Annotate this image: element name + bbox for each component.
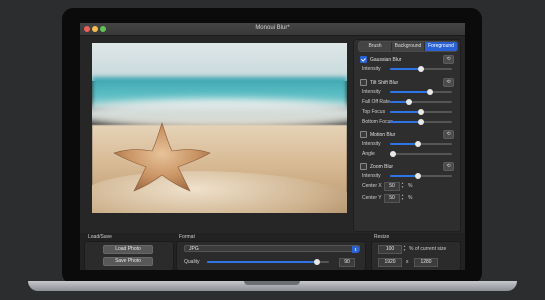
center-y-unit: % (408, 195, 413, 201)
slider-knob[interactable] (418, 109, 424, 115)
slider-knob[interactable] (390, 151, 397, 157)
tab-background[interactable]: Background (392, 42, 425, 51)
gaussian-intensity-slider[interactable] (390, 66, 452, 72)
reset-icon: ⟲ (446, 131, 451, 137)
zoom-intensity-slider[interactable] (390, 173, 452, 179)
center-x-field[interactable]: 50 (384, 182, 400, 191)
reset-icon: ⟲ (446, 79, 451, 85)
center-x-unit: % (408, 183, 413, 189)
load-save-label: Load/Save (88, 234, 112, 240)
center-y-field[interactable]: 50 (384, 194, 400, 203)
zoom-blur-checkbox[interactable] (360, 163, 367, 170)
title-bar: Monoui Blur* (80, 23, 465, 36)
bottom-focus-label: Bottom Focus (362, 119, 393, 125)
slider-knob[interactable] (414, 173, 421, 179)
format-label: Format (179, 234, 195, 240)
gaussian-blur-checkbox[interactable] (360, 56, 367, 63)
zoom-reset-button[interactable]: ⟲ (443, 162, 454, 171)
motion-blur-label: Motion Blur (370, 131, 396, 138)
resize-separator: x (406, 259, 409, 265)
starfish-image (113, 122, 211, 192)
center-x-stepper[interactable]: ▲ ▼ (401, 181, 404, 189)
reset-icon: ⟲ (446, 163, 451, 169)
slider-knob[interactable] (313, 259, 320, 265)
fall-off-rate-label: Fall Off Rate (362, 99, 390, 105)
resize-width-field[interactable]: 1920 (378, 258, 402, 267)
blur-settings-panel: Brush Background Foreground Gaussian Blu… (353, 39, 461, 232)
tilt-shift-blur-checkbox[interactable] (360, 79, 367, 86)
quality-field[interactable]: 90 (339, 258, 355, 267)
chevron-updown-icon: ⇕ (352, 246, 359, 253)
center-y-stepper[interactable]: ▲ ▼ (401, 193, 404, 201)
bottom-focus-slider[interactable] (390, 119, 452, 125)
resize-height-field[interactable]: 1280 (414, 258, 438, 267)
format-selected-value: JPG (189, 246, 199, 252)
bottom-controls: Load/Save Load Photo Save Photo Format J… (80, 233, 465, 270)
mode-tabs: Brush Background Foreground (358, 41, 458, 52)
app-window: Monoui Blur* Brush Background Foreground (80, 23, 465, 270)
format-group: JPG ⇕ Quality 90 (176, 241, 366, 270)
resize-percent-stepper[interactable]: ▲ ▼ (403, 244, 406, 252)
laptop-base (28, 281, 517, 291)
load-photo-button[interactable]: Load Photo (103, 245, 153, 254)
motion-blur-checkbox[interactable] (360, 131, 367, 138)
zoom-blur-label: Zoom Blur (370, 163, 394, 170)
laptop-notch (244, 281, 300, 285)
gaussian-intensity-label: Intensity (362, 66, 381, 72)
slider-knob[interactable] (405, 99, 412, 105)
photo-preview (92, 43, 347, 213)
tab-brush[interactable]: Brush (359, 42, 392, 51)
fall-off-rate-slider[interactable] (390, 99, 452, 105)
tilt-shift-blur-toggle[interactable]: Tilt Shift Blur (360, 79, 398, 86)
resize-percent-label: % of current size (409, 246, 447, 252)
slider-knob[interactable] (418, 119, 424, 125)
photo-sky (92, 43, 347, 81)
zoom-intensity-label: Intensity (362, 173, 381, 179)
slider-knob[interactable] (414, 141, 421, 147)
angle-slider[interactable] (390, 151, 452, 157)
resize-percent-field[interactable]: 100 (378, 245, 402, 254)
motion-intensity-slider[interactable] (390, 141, 452, 147)
tilt-shift-intensity-label: Intensity (362, 89, 381, 95)
angle-label: Angle (362, 151, 375, 157)
load-save-group: Load Photo Save Photo (84, 241, 174, 270)
gaussian-reset-button[interactable]: ⟲ (443, 55, 454, 64)
center-y-label: Center Y (362, 195, 382, 201)
zoom-blur-toggle[interactable]: Zoom Blur (360, 163, 393, 170)
center-x-label: Center X (362, 183, 382, 189)
motion-reset-button[interactable]: ⟲ (443, 130, 454, 139)
tilt-shift-intensity-slider[interactable] (390, 89, 452, 95)
top-focus-label: Top Focus (362, 109, 386, 115)
resize-group: 100 ▲ ▼ % of current size 1920 x 1280 (371, 241, 461, 270)
motion-intensity-label: Intensity (362, 141, 381, 147)
tilt-shift-reset-button[interactable]: ⟲ (443, 78, 454, 87)
reset-icon: ⟲ (446, 56, 451, 62)
format-select[interactable]: JPG ⇕ (184, 245, 360, 253)
slider-knob[interactable] (427, 89, 434, 95)
quality-slider[interactable] (207, 259, 329, 265)
resize-label: Resize (374, 234, 390, 240)
tilt-shift-blur-label: Tilt Shift Blur (370, 79, 399, 86)
gaussian-blur-label: Gaussian Blur (370, 56, 402, 63)
slider-knob[interactable] (418, 66, 424, 72)
tab-foreground[interactable]: Foreground (425, 42, 457, 51)
gaussian-blur-toggle[interactable]: Gaussian Blur (360, 56, 401, 63)
window-title: Monoui Blur* (255, 25, 290, 31)
top-focus-slider[interactable] (390, 109, 452, 115)
save-photo-button[interactable]: Save Photo (103, 257, 153, 266)
motion-blur-toggle[interactable]: Motion Blur (360, 131, 395, 138)
quality-label: Quality (184, 259, 200, 265)
